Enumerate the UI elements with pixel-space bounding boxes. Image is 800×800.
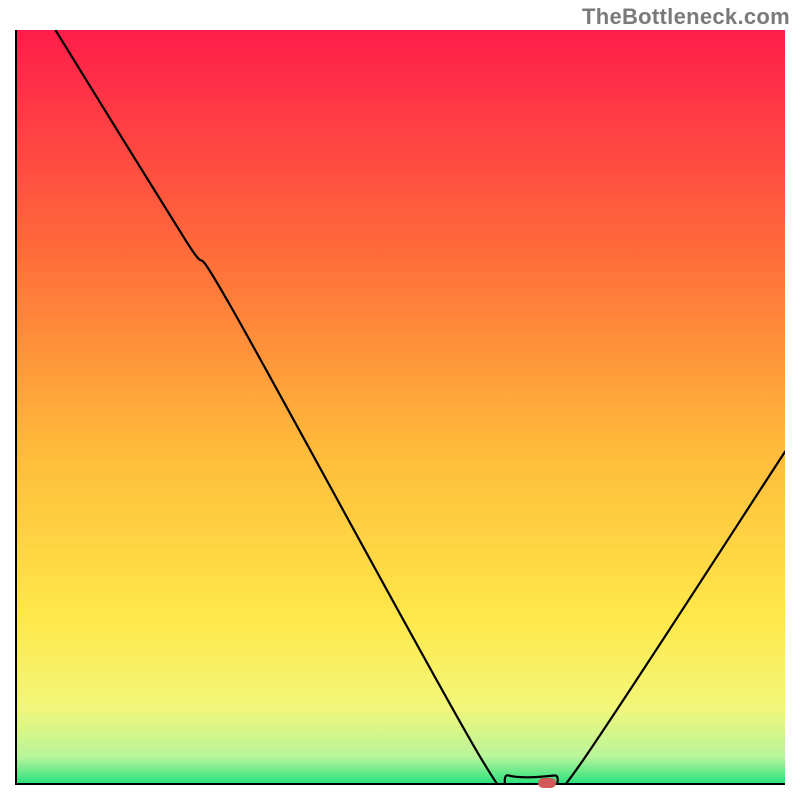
sweet-spot-marker	[538, 778, 556, 788]
bottleneck-chart: TheBottleneck.com	[0, 0, 800, 800]
attribution-label: TheBottleneck.com	[582, 4, 790, 30]
heat-gradient-bg	[17, 30, 785, 783]
plot-frame	[15, 30, 785, 785]
plot-svg	[17, 30, 785, 783]
